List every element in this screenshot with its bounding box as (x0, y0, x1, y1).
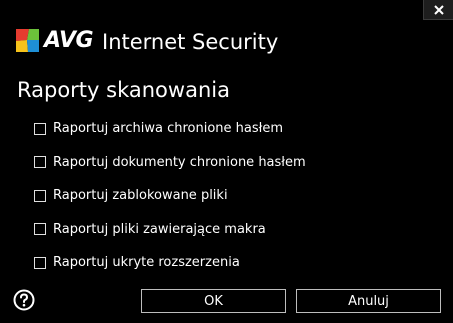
option-report-password-documents[interactable]: Raportuj dokumenty chronione hasłem (34, 150, 434, 176)
option-report-hidden-extensions[interactable]: Raportuj ukryte rozszerzenia (34, 250, 434, 276)
page-title: Raporty skanowania (17, 78, 230, 102)
checkbox[interactable] (34, 223, 46, 236)
close-button[interactable] (423, 0, 453, 20)
checkbox[interactable] (34, 256, 46, 269)
help-button[interactable] (13, 289, 35, 311)
option-label: Raportuj zablokowane pliki (53, 188, 228, 204)
option-label: Raportuj pliki zawierające makra (53, 221, 266, 237)
option-report-macro-files[interactable]: Raportuj pliki zawierające makra (34, 217, 434, 243)
option-label: Raportuj ukryte rozszerzenia (53, 255, 240, 271)
checkbox[interactable] (34, 189, 46, 202)
help-icon (13, 289, 35, 315)
option-report-password-archives[interactable]: Raportuj archiwa chronione hasłem (34, 116, 434, 142)
brand-name: AVG (44, 28, 94, 53)
product-name: Internet Security (102, 30, 279, 54)
options-list: Raportuj archiwa chronione hasłem Raport… (34, 116, 434, 284)
option-label: Raportuj dokumenty chronione hasłem (53, 154, 306, 170)
cancel-button[interactable]: Anuluj (296, 289, 441, 313)
ok-button[interactable]: OK (141, 289, 286, 313)
title-bar: AVG Internet Security (0, 0, 453, 66)
option-label: Raportuj archiwa chronione hasłem (53, 121, 284, 137)
checkbox[interactable] (34, 122, 46, 135)
close-icon (433, 0, 444, 19)
option-report-locked-files[interactable]: Raportuj zablokowane pliki (34, 183, 434, 209)
avg-logo-icon (16, 29, 39, 52)
avg-dialog-window: AVG Internet Security Raporty skanowania… (0, 0, 453, 323)
checkbox[interactable] (34, 156, 46, 169)
